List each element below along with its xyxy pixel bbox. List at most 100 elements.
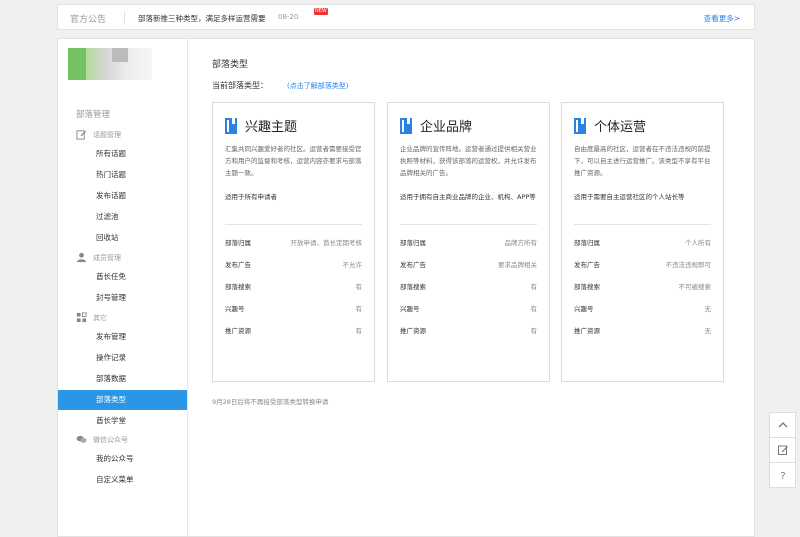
row-value: 个人所有 xyxy=(685,239,711,247)
help-button[interactable]: ? xyxy=(769,462,796,488)
sidebar-item-hot-topics[interactable]: 热门话题 xyxy=(58,165,187,185)
card-title: 兴趣主题 xyxy=(245,120,298,135)
sidebar-item-all-topics[interactable]: 所有话题 xyxy=(58,144,187,164)
sidebar-item-chief-appoint[interactable]: 酋长任免 xyxy=(58,267,187,287)
row-value: 有 xyxy=(530,283,538,291)
sidebar-item-tribe-data[interactable]: 部落数据 xyxy=(58,369,187,389)
row-key: 部落归属 xyxy=(225,239,251,247)
card-title: 企业品牌 xyxy=(420,120,473,135)
row-value: 无 xyxy=(704,327,712,335)
sidebar-group-label: 微信公众号 xyxy=(93,435,128,444)
card-row: 推广资源 无 xyxy=(574,325,711,337)
card-row: 部落搜索 有 xyxy=(225,281,362,293)
view-more-link[interactable]: 查看更多> xyxy=(704,13,740,24)
card-description: 企业品牌的宣传阵地。运营者通过提供相关营业执照等材料，获得该部落的运营权，并允许… xyxy=(400,145,537,177)
row-value: 有 xyxy=(530,327,538,335)
sidebar-item-custom-menu[interactable]: 自定义菜单 xyxy=(58,470,187,490)
row-value: 不允许 xyxy=(342,261,363,269)
wechat-icon xyxy=(76,435,87,443)
learn-tribe-type-link[interactable]: (点击了解部落类型) xyxy=(287,81,348,91)
card-row: 部落归属 开放申请，酋长定期考核 xyxy=(225,237,362,249)
row-key: 兴趣号 xyxy=(400,305,420,313)
sidebar: 部落管理 话题管理 所有话题 热门话题 发布话题 过滤池 回收站 成员管理 酋长… xyxy=(58,39,188,536)
type-card-brand[interactable]: 企业品牌 企业品牌的宣传阵地。运营者通过提供相关营业执照等材料，获得该部落的运营… xyxy=(387,102,550,382)
card-row: 兴趣号 有 xyxy=(225,303,362,315)
type-card-individual[interactable]: 个体运营 自由度最高的社区，运营者在不违法违规的前提下，可以自主进行运营推广。该… xyxy=(561,102,724,382)
announcement-title: 官方公告 xyxy=(70,15,107,25)
row-value: 不可被搜索 xyxy=(678,283,712,291)
sidebar-item-my-official-account[interactable]: 我的公众号 xyxy=(58,449,187,469)
feedback-button[interactable] xyxy=(769,437,796,463)
sidebar-item-recycle-bin[interactable]: 回收站 xyxy=(58,228,187,248)
card-divider xyxy=(574,224,711,225)
card-header: 企业品牌 xyxy=(400,116,472,135)
card-row: 部落归属 个人所有 xyxy=(574,237,711,249)
announcement-bar: 官方公告 部落新推三种类型，满足多样运营需要 08-20 NEW 查看更多> xyxy=(57,4,755,30)
row-value: 开放申请，酋长定期考核 xyxy=(290,239,363,247)
announcement-divider xyxy=(124,11,125,25)
sidebar-group-label: 其它 xyxy=(93,313,107,322)
row-value: 有 xyxy=(355,283,363,291)
sidebar-item-ban-manage[interactable]: 封号管理 xyxy=(58,288,187,308)
sidebar-group-wechat: 微信公众号 xyxy=(76,434,128,445)
card-description: 自由度最高的社区，运营者在不违法违规的前提下，可以自主进行运营推广。该类型不享有… xyxy=(574,145,711,177)
row-value: 要求品牌相关 xyxy=(498,261,537,269)
feedback-icon xyxy=(777,445,788,455)
row-value: 有 xyxy=(355,305,363,313)
card-description: 汇集共同兴趣爱好者的社区。运营者需要接受官方和用户的监督和考核，运营内容亦要求与… xyxy=(225,145,362,177)
back-to-top-button[interactable] xyxy=(769,412,796,438)
card-header: 个体运营 xyxy=(574,116,646,135)
row-value: 无 xyxy=(704,305,712,313)
card-row: 兴趣号 无 xyxy=(574,303,711,315)
row-key: 部落搜索 xyxy=(225,283,251,291)
main-panel: 部落管理 话题管理 所有话题 热门话题 发布话题 过滤池 回收站 成员管理 酋长… xyxy=(57,38,755,537)
row-value: 有 xyxy=(355,327,363,335)
row-key: 部落归属 xyxy=(400,239,426,247)
sidebar-item-post-topic[interactable]: 发布话题 xyxy=(58,186,187,206)
sidebar-group-label: 话题管理 xyxy=(93,130,121,139)
card-row: 推广资源 有 xyxy=(400,325,537,337)
card-applies-to: 适用于拥有自主商业品牌的企业、机构、APP等 xyxy=(400,193,536,201)
card-applies-to: 适用于需要自主运营社区的个人站长等 xyxy=(574,193,685,201)
help-icon: ? xyxy=(780,471,785,481)
row-key: 推广资源 xyxy=(400,327,426,335)
row-key: 发布广告 xyxy=(225,261,251,269)
footnote: 9月28日后将不再接受部落类型转换申请 xyxy=(212,398,329,406)
card-row: 兴趣号 有 xyxy=(400,303,537,315)
card-applies-to: 适用于所有申请者 xyxy=(225,193,277,201)
type-card-interest[interactable]: 兴趣主题 汇集共同兴趣爱好者的社区。运营者需要接受官方和用户的监督和考核，运营内… xyxy=(212,102,375,382)
announcement-date: 08-20 xyxy=(278,13,299,21)
card-title: 个体运营 xyxy=(594,120,647,135)
card-row: 部落搜索 不可被搜索 xyxy=(574,281,711,293)
card-divider xyxy=(400,224,537,225)
book-icon xyxy=(400,117,412,134)
row-key: 发布广告 xyxy=(400,261,426,269)
tribe-avatar[interactable] xyxy=(68,48,152,80)
new-badge: NEW xyxy=(314,8,328,15)
card-row: 部落归属 品牌方所有 xyxy=(400,237,537,249)
card-row: 部落搜索 有 xyxy=(400,281,537,293)
chevron-up-icon xyxy=(778,422,787,428)
svg-text:?: ? xyxy=(780,471,785,481)
page-title: 部落类型 xyxy=(212,60,249,70)
sidebar-item-tribe-type[interactable]: 部落类型 xyxy=(58,390,187,410)
sidebar-item-filter-pool[interactable]: 过滤池 xyxy=(58,207,187,227)
book-icon xyxy=(225,117,237,134)
card-divider xyxy=(225,224,362,225)
book-icon xyxy=(574,117,586,134)
sidebar-group-label: 成员管理 xyxy=(93,253,121,262)
row-key: 部落归属 xyxy=(574,239,600,247)
card-row: 发布广告 要求品牌相关 xyxy=(400,259,537,271)
sidebar-item-chief-school[interactable]: 酋长学堂 xyxy=(58,411,187,431)
sidebar-item-operation-log[interactable]: 操作记录 xyxy=(58,348,187,368)
row-value: 不违法违规即可 xyxy=(665,261,712,269)
sidebar-item-publish-manage[interactable]: 发布管理 xyxy=(58,327,187,347)
row-key: 发布广告 xyxy=(574,261,600,269)
announcement-text[interactable]: 部落新推三种类型，满足多样运营需要 xyxy=(138,13,266,24)
row-key: 部落搜索 xyxy=(574,283,600,291)
sidebar-group-other: 其它 xyxy=(76,312,107,323)
row-key: 部落搜索 xyxy=(400,283,426,291)
card-row: 发布广告 不违法违规即可 xyxy=(574,259,711,271)
row-value: 品牌方所有 xyxy=(504,239,538,247)
edit-icon xyxy=(76,130,87,140)
